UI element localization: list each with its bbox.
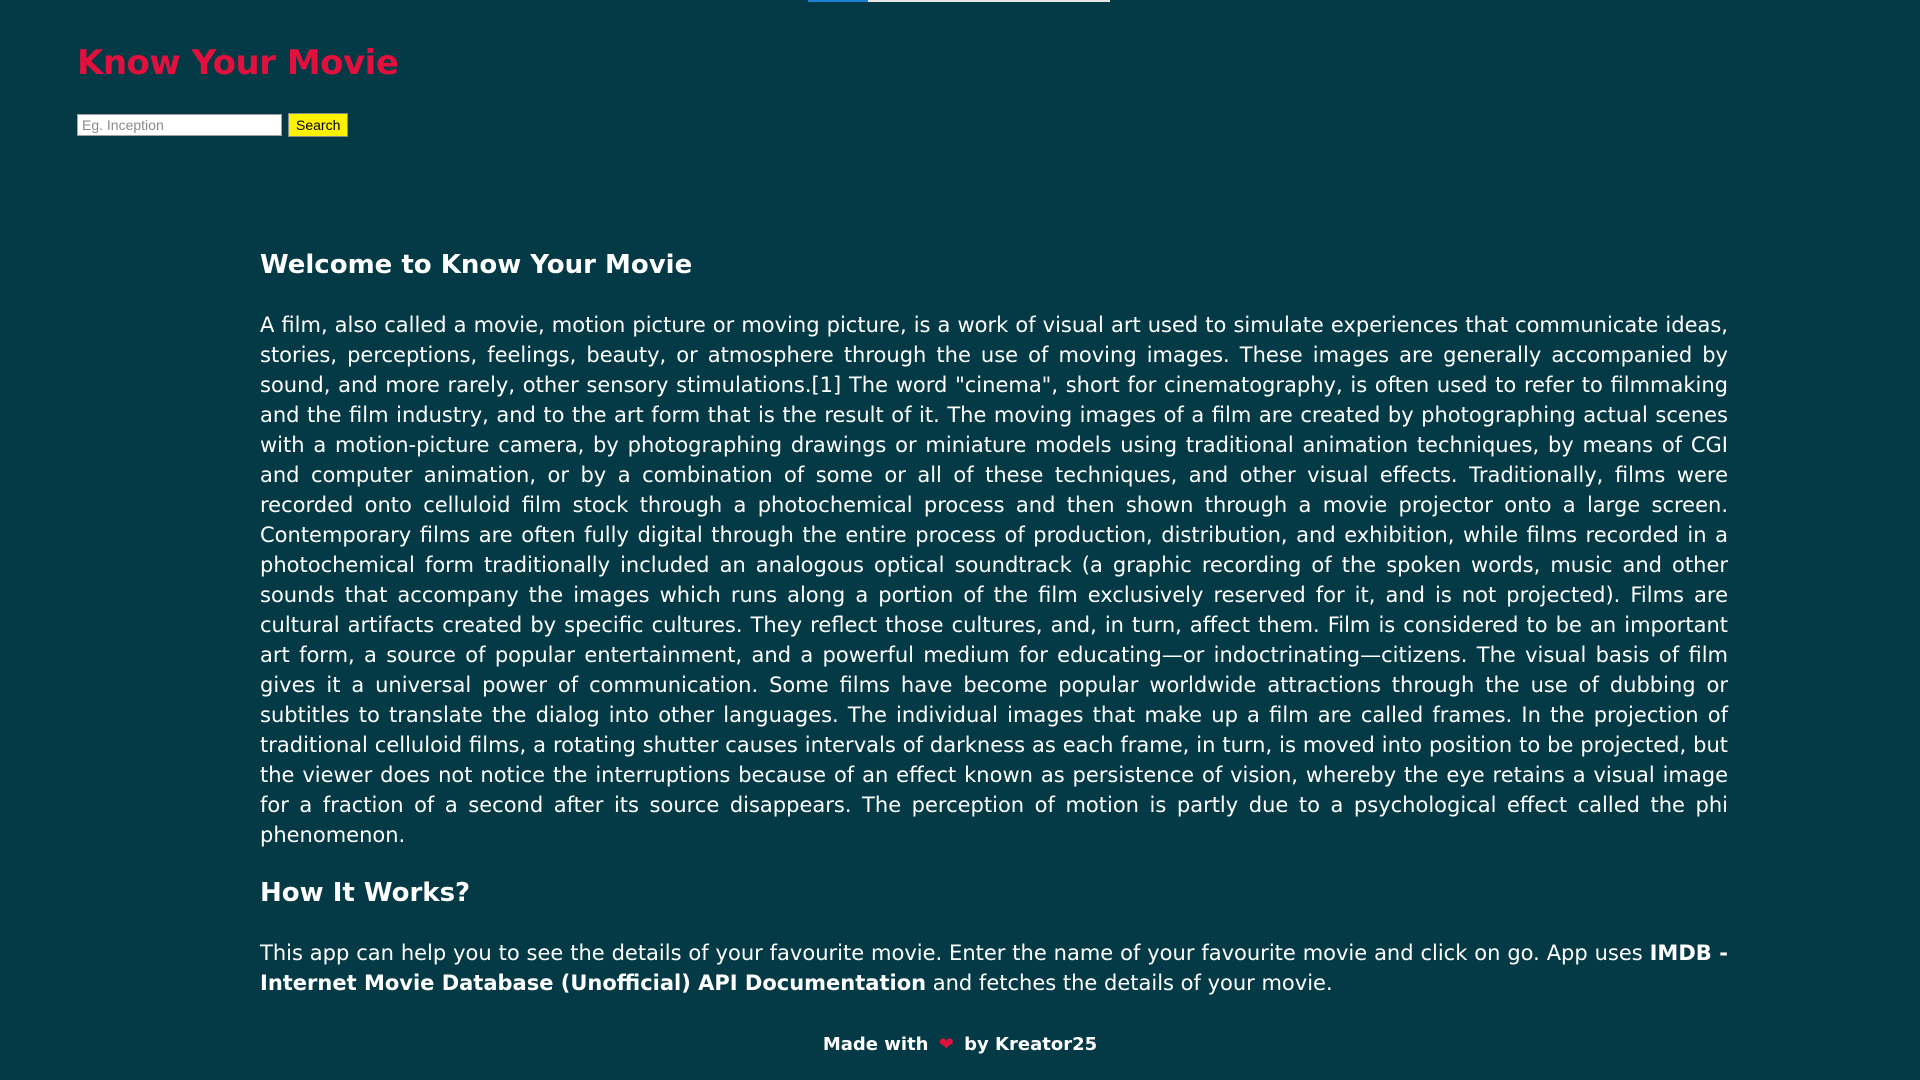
how-it-works-heading: How It Works? xyxy=(260,878,471,908)
how-it-works-paragraph: This app can help you to see the details… xyxy=(260,938,1728,998)
heart-icon: ❤ xyxy=(938,1034,954,1055)
loading-progress-fill xyxy=(808,0,869,2)
welcome-heading: Welcome to Know Your Movie xyxy=(260,250,693,280)
footer-made-with: Made with xyxy=(822,1034,929,1055)
footer: Made with ❤ by Kreator25 xyxy=(0,1034,1920,1055)
app-title: Know Your Movie xyxy=(77,43,399,83)
loading-progress-bar xyxy=(808,0,1110,2)
how-text-after: and fetches the details of your movie. xyxy=(926,971,1333,995)
intro-paragraph: A film, also called a movie, motion pict… xyxy=(260,313,1728,847)
search-button[interactable]: Search xyxy=(288,113,349,137)
how-text-before: This app can help you to see the details… xyxy=(260,941,1650,965)
search-bar: Search xyxy=(77,113,349,137)
page: Know Your Movie Search Welcome to Know Y… xyxy=(0,0,1920,1080)
main-content: Welcome to Know Your Movie A film, also … xyxy=(260,240,1728,1016)
footer-author: by Kreator25 xyxy=(964,1034,1098,1055)
search-input[interactable] xyxy=(77,114,282,136)
